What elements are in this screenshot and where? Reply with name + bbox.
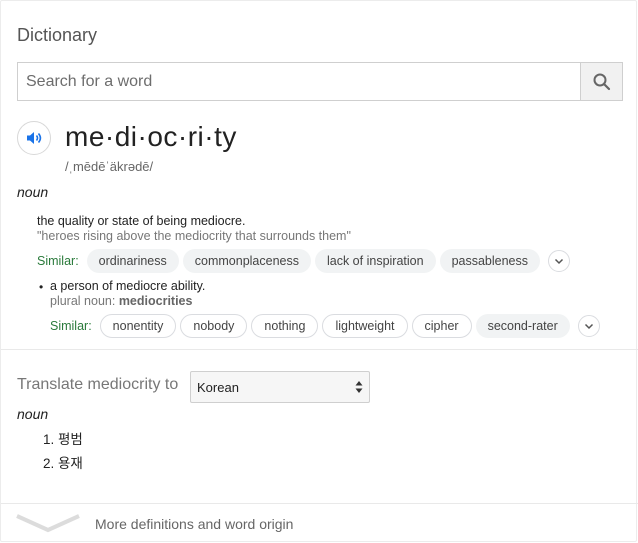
expand-similar-button[interactable] — [548, 250, 571, 272]
search-button[interactable] — [580, 63, 622, 100]
bullet: • — [39, 280, 44, 294]
more-definitions-link[interactable]: More definitions and word origin — [95, 516, 293, 532]
similar-chip[interactable]: second-rater — [475, 314, 570, 338]
search-input[interactable] — [18, 63, 581, 100]
plural-value: mediocrities — [118, 294, 193, 308]
speaker-icon — [27, 132, 42, 144]
expand-similar-button[interactable] — [577, 315, 600, 337]
similar-row: Similar: nonentity nobody nothing lightw… — [50, 314, 600, 338]
chevron-down-icon — [554, 258, 564, 265]
pronunciation-button[interactable] — [17, 121, 51, 155]
similar-label: Similar: — [37, 254, 79, 268]
similar-chip[interactable]: nobody — [180, 314, 248, 338]
translation-item: 2. 용재 — [43, 456, 83, 471]
translation-list: 1. 평범 2. 용재 — [43, 431, 83, 479]
updown-arrows-icon — [355, 381, 363, 393]
similar-chip[interactable]: lightweight — [322, 314, 408, 338]
similar-chip[interactable]: lack of inspiration — [314, 249, 436, 273]
phonetic: /ˌmēdēˈäkrədē/ — [65, 159, 154, 174]
definition: a person of mediocre ability. — [50, 279, 206, 293]
headword: me·di·oc·ri·ty — [65, 121, 237, 152]
similar-chip[interactable]: passableness — [439, 249, 541, 273]
chevron-down-icon[interactable] — [15, 512, 81, 536]
dictionary-card: Dictionary me·di·oc·ri·ty /ˌmēdēˈäkrədē/… — [0, 0, 638, 542]
similar-chip[interactable]: nothing — [251, 314, 319, 338]
plural-form: plural noun: mediocrities — [50, 294, 192, 308]
similar-label: Similar: — [50, 319, 92, 333]
definition: the quality or state of being mediocre. — [37, 214, 246, 228]
similar-chip[interactable]: cipher — [411, 314, 472, 338]
translate-label: Translate mediocrity to — [17, 376, 179, 393]
part-of-speech: noun — [17, 184, 49, 200]
similar-chip[interactable]: ordinariness — [86, 249, 179, 273]
translation-part-of-speech: noun — [17, 406, 49, 422]
search-box — [17, 62, 623, 101]
plural-prefix: plural noun: — [50, 294, 116, 308]
example: "heroes rising above the mediocrity that… — [37, 229, 351, 243]
divider — [1, 349, 638, 350]
language-select[interactable]: Korean — [190, 371, 370, 403]
chevron-down-icon — [584, 323, 593, 330]
similar-chip[interactable]: commonplaceness — [182, 249, 311, 273]
search-icon — [593, 73, 610, 90]
card-title: Dictionary — [17, 25, 98, 45]
language-select-value: Korean — [197, 380, 239, 395]
similar-chip[interactable]: nonentity — [99, 314, 177, 338]
translation-item: 1. 평범 — [43, 432, 83, 447]
similar-row: Similar: ordinariness commonplaceness la… — [37, 249, 571, 273]
divider — [1, 503, 638, 504]
